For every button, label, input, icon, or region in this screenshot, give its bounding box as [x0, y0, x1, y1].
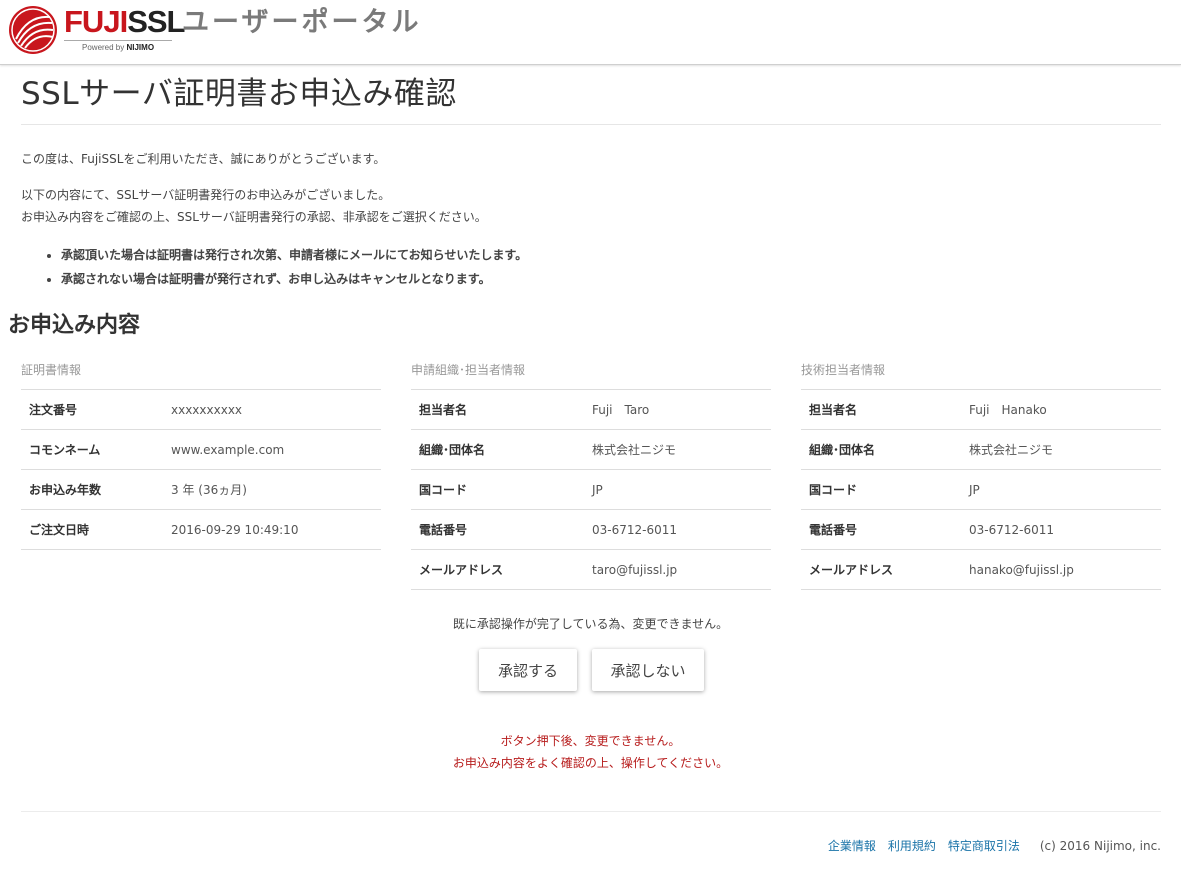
applicant-caption: 申請組織･担当者情報: [411, 358, 771, 390]
table-row: メールアドレス hanako@fujissl.jp: [801, 550, 1161, 590]
footer-link-company[interactable]: 企業情報: [828, 836, 876, 856]
footer: 企業情報 利用規約 特定商取引法 (c) 2016 Nijimo, inc.: [828, 836, 1161, 856]
fujissl-logo-icon: [9, 6, 57, 54]
reject-button[interactable]: 承認しない: [592, 649, 704, 691]
table-row: コモンネーム www.example.com: [21, 430, 381, 470]
section-title: お申込み内容: [8, 313, 141, 338]
powered-by: Powered by NIJIMO: [82, 43, 155, 52]
table-row: 電話番号 03-6712-6011: [801, 510, 1161, 550]
table-row: メールアドレス taro@fujissl.jp: [411, 550, 771, 590]
brand-logo-text: FUJISSL: [64, 4, 185, 39]
page-title: SSLサーバ証明書お申込み確認: [21, 76, 457, 112]
footer-link-law[interactable]: 特定商取引法: [948, 836, 1020, 856]
footer-link-terms[interactable]: 利用規約: [888, 836, 936, 856]
approve-button[interactable]: 承認する: [479, 649, 577, 691]
logo-divider: [64, 40, 172, 41]
portal-title: ユーザーポータル: [182, 7, 422, 38]
intro-line-1: 以下の内容にて、SSLサーバ証明書発行のお申込みがございました。: [21, 188, 391, 202]
notes-list: 承認頂いた場合は証明書は発行され次第、申請者様にメールにてお知らせいたします。 …: [45, 243, 527, 291]
applicant-info: 申請組織･担当者情報 担当者名 Fuji Taro 組織･団体名 株式会社ニジモ 国…: [411, 358, 771, 590]
note-reject: 承認されない場合は証明書が発行されず、お申し込みはキャンセルとなります。: [61, 267, 527, 291]
status-notice: 既に承認操作が完了している為、変更できません。: [452, 617, 729, 631]
certificate-info: 証明書情報 注文番号 xxxxxxxxxx コモンネーム www.example.c…: [21, 358, 381, 550]
intro-line-2: お申込み内容をご確認の上、SSLサーバ証明書発行の承認、非承認をご選択ください。: [21, 210, 487, 224]
table-row: 組織･団体名 株式会社ニジモ: [411, 430, 771, 470]
intro-description: 以下の内容にて、SSLサーバ証明書発行のお申込みがございました。 お申込み内容を…: [21, 184, 487, 228]
technical-caption: 技術担当者情報: [801, 358, 1161, 390]
warning-line-1: ボタン押下後、変更できません。: [500, 734, 681, 748]
title-divider: [21, 124, 1161, 125]
technical-contact-info: 技術担当者情報 担当者名 Fuji Hanako 組織･団体名 株式会社ニジモ 国コ…: [801, 358, 1161, 590]
warning-line-2: お申込み内容をよく確認の上、操作してください。: [452, 756, 729, 770]
footer-divider: [21, 811, 1161, 812]
table-row: 国コード JP: [411, 470, 771, 510]
app-header: FUJISSL Powered by NIJIMO ユーザーポータル: [0, 0, 1181, 65]
table-row: 注文番号 xxxxxxxxxx: [21, 390, 381, 430]
table-row: 担当者名 Fuji Taro: [411, 390, 771, 430]
action-buttons: 承認する 承認しない: [479, 649, 704, 691]
table-row: 担当者名 Fuji Hanako: [801, 390, 1161, 430]
copyright: (c) 2016 Nijimo, inc.: [1039, 839, 1161, 853]
intro-thanks: この度は、FujiSSLをご利用いただき、誠にありがとうございます。: [21, 152, 386, 166]
table-row: 組織･団体名 株式会社ニジモ: [801, 430, 1161, 470]
table-row: お申込み年数 3 年 (36ヵ月): [21, 470, 381, 510]
warning-message: ボタン押下後、変更できません。 お申込み内容をよく確認の上、操作してください。: [0, 730, 1181, 774]
note-approve: 承認頂いた場合は証明書は発行され次第、申請者様にメールにてお知らせいたします。: [61, 243, 527, 267]
table-row: 電話番号 03-6712-6011: [411, 510, 771, 550]
certificate-caption: 証明書情報: [21, 358, 381, 390]
table-row: ご注文日時 2016-09-29 10:49:10: [21, 510, 381, 550]
table-row: 国コード JP: [801, 470, 1161, 510]
